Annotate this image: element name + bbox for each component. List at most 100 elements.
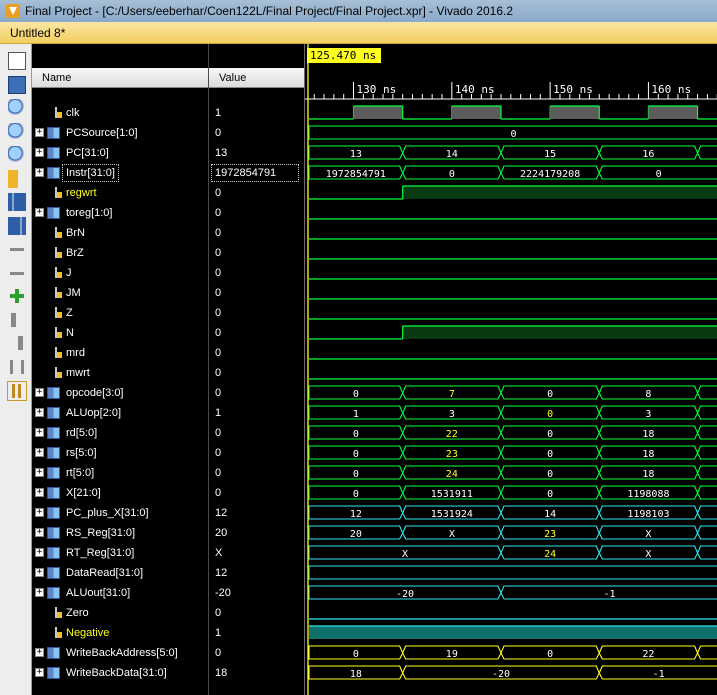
expand-icon[interactable]: + (35, 448, 44, 457)
signal-row[interactable]: + Instr[31:0] (32, 163, 208, 183)
signal-row[interactable]: N (32, 323, 208, 343)
add-marker-icon[interactable] (8, 287, 26, 305)
signal-row[interactable]: BrZ (32, 243, 208, 263)
bus-value-label: 2224179208 (520, 169, 580, 180)
waveform-svg[interactable]: 130 ns 140 ns 150 ns 160 ns125.470 ns013 14 1… (305, 44, 717, 695)
zoom-fit-icon[interactable] (8, 52, 26, 70)
expand-icon[interactable]: + (35, 168, 44, 177)
ruler-label: 150 ns (553, 83, 593, 96)
bit-high-fill (309, 626, 717, 639)
ruler-label: 160 ns (651, 83, 691, 96)
signal-row[interactable]: JM (32, 283, 208, 303)
bus-signal-icon (47, 507, 60, 519)
signal-name: rt[5:0] (66, 467, 95, 479)
bus-signal-icon (47, 147, 60, 159)
signal-row[interactable]: + toreg[1:0] (32, 203, 208, 223)
bus-value-label: 0 (547, 469, 553, 480)
goto-end-icon[interactable] (8, 216, 26, 235)
signal-name: rs[5:0] (66, 447, 97, 459)
signal-row[interactable]: J (32, 263, 208, 283)
signal-row[interactable]: + WriteBackData[31:0] (32, 663, 208, 683)
bit-signal-icon (51, 247, 62, 259)
expand-icon[interactable]: + (35, 528, 44, 537)
expand-icon[interactable]: + (35, 208, 44, 217)
bus-value-label: 3 (449, 409, 455, 420)
signal-row[interactable]: + RS_Reg[31:0] (32, 523, 208, 543)
expand-icon[interactable]: + (35, 128, 44, 137)
signal-row[interactable]: + rd[5:0] (32, 423, 208, 443)
signal-name: RS_Reg[31:0] (66, 527, 136, 539)
expand-icon[interactable]: + (35, 148, 44, 157)
bus-signal-icon (47, 387, 60, 399)
signal-row[interactable]: + rt[5:0] (32, 463, 208, 483)
signal-row[interactable]: + PC[31:0] (32, 143, 208, 163)
expand-icon[interactable]: + (35, 568, 44, 577)
signal-row[interactable]: BrN (32, 223, 208, 243)
expand-icon[interactable]: + (35, 548, 44, 557)
signal-name: J (66, 267, 72, 279)
bus-value-label: 22 (446, 429, 458, 440)
bus-value-label: 1531911 (431, 489, 473, 500)
signal-row[interactable]: + WriteBackAddress[5:0] (32, 643, 208, 663)
bus-value-label: 24 (446, 469, 458, 480)
signal-row[interactable]: Negative (32, 623, 208, 643)
signal-row[interactable]: clk (32, 103, 208, 123)
signal-value: 0 (215, 247, 222, 259)
signal-value: 0 (215, 287, 222, 299)
bus-value-label: 0 (547, 409, 553, 420)
bit-signal-icon (51, 367, 62, 379)
bus-segment (697, 545, 717, 560)
expand-icon[interactable]: + (35, 408, 44, 417)
expand-icon[interactable]: + (35, 588, 44, 597)
expand-icon[interactable]: + (35, 668, 44, 677)
waveform-canvas[interactable]: 130 ns 140 ns 150 ns 160 ns 125.470 ns 0 13 14 1… (304, 44, 717, 695)
signal-name: opcode[3:0] (66, 387, 124, 399)
signal-row[interactable]: mwrt (32, 363, 208, 383)
bus-value-label: 0 (547, 489, 553, 500)
signal-row[interactable]: + RT_Reg[31:0] (32, 543, 208, 563)
bus-value-label: 16 (642, 149, 654, 160)
signal-row[interactable]: + PC_plus_X[31:0] (32, 503, 208, 523)
signal-name: WriteBackAddress[5:0] (66, 647, 178, 659)
signal-row[interactable]: + PCSource[1:0] (32, 123, 208, 143)
tab-untitled-8[interactable]: Untitled 8* (10, 26, 65, 40)
signal-row[interactable]: Zero (32, 603, 208, 623)
signal-row[interactable]: regwrt (32, 183, 208, 203)
bus-value-label: 0 (353, 389, 359, 400)
signal-value: 1972854791 (211, 164, 299, 182)
signal-row[interactable]: mrd (32, 343, 208, 363)
waveform-tab-bar: Untitled 8* (0, 22, 717, 44)
bus-value-label: -1 (603, 589, 615, 600)
zoom-in-icon[interactable] (8, 99, 26, 117)
snap-to-transition-icon[interactable] (7, 381, 27, 401)
signal-row[interactable]: + DataRead[31:0] (32, 563, 208, 583)
expand-icon[interactable]: + (35, 648, 44, 657)
prev-marker-icon[interactable] (8, 310, 26, 329)
signal-row[interactable]: + ALUout[31:0] (32, 583, 208, 603)
goto-start-icon[interactable] (8, 193, 26, 211)
zoom-out-icon[interactable] (8, 122, 26, 141)
expand-icon[interactable]: + (35, 488, 44, 497)
goto-cursor-icon[interactable] (8, 169, 26, 188)
signal-value: 0 (215, 327, 222, 339)
save-icon[interactable] (8, 75, 26, 94)
signal-name: ALUop[2:0] (66, 407, 122, 419)
expand-icon[interactable]: + (35, 388, 44, 397)
expand-icon[interactable]: + (35, 468, 44, 477)
next-transition-icon[interactable] (8, 263, 26, 282)
signal-row[interactable]: Z (32, 303, 208, 323)
expand-icon[interactable]: + (35, 508, 44, 517)
signal-row[interactable]: + opcode[3:0] (32, 383, 208, 403)
signal-row[interactable]: + ALUop[2:0] (32, 403, 208, 423)
prev-transition-icon[interactable] (8, 240, 26, 258)
zoom-full-icon[interactable] (8, 146, 26, 164)
expand-icon[interactable]: + (35, 428, 44, 437)
name-column-header[interactable]: Name (32, 68, 208, 88)
next-marker-icon[interactable] (8, 334, 26, 352)
signal-row[interactable]: + X[21:0] (32, 483, 208, 503)
value-column-header[interactable]: Value (209, 68, 304, 88)
swap-cursors-icon[interactable] (8, 357, 26, 376)
clk-high (451, 106, 501, 119)
clk-high (550, 106, 600, 119)
signal-row[interactable]: + rs[5:0] (32, 443, 208, 463)
